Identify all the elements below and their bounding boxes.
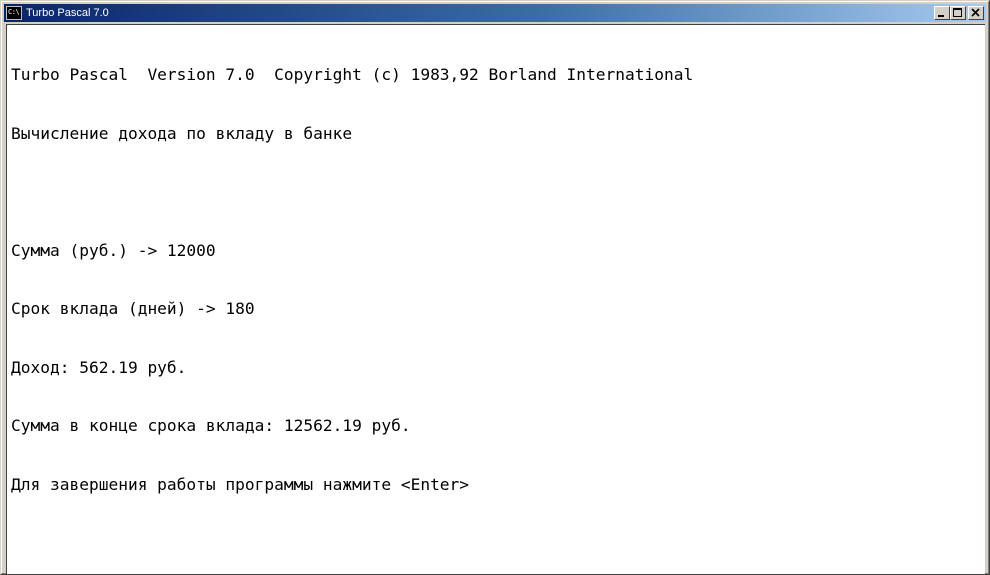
console-line-income: Доход: 562.19 руб. xyxy=(11,357,187,377)
console-text: Turbo Pascal Version 7.0 Copyright (c) 1… xyxy=(11,26,693,533)
close-icon xyxy=(971,8,980,17)
console-line-blank xyxy=(11,182,693,202)
console-line-total: Сумма в конце срока вклада: 12562.19 руб… xyxy=(11,416,411,435)
title-bar[interactable]: C:\ Turbo Pascal 7.0 xyxy=(4,4,986,22)
console-line-amount: Сумма (руб.) -> 12000 xyxy=(11,240,216,260)
console-app-icon[interactable]: C:\ xyxy=(6,6,22,20)
minimize-icon xyxy=(938,15,944,17)
maximize-button[interactable] xyxy=(950,6,966,20)
close-button[interactable] xyxy=(968,6,984,20)
window-title: Turbo Pascal 7.0 xyxy=(26,7,109,19)
maximize-icon xyxy=(953,8,962,17)
console-line-exit-prompt: Для завершения работы программы нажмите … xyxy=(11,474,470,494)
window-controls xyxy=(934,6,984,20)
console-line-header: Turbo Pascal Version 7.0 Copyright (c) 1… xyxy=(11,65,694,84)
minimize-button[interactable] xyxy=(934,6,950,20)
console-window: C:\ Turbo Pascal 7.0 Turbo Pascal Versio… xyxy=(0,0,990,575)
console-line-term: Срок вклада (дней) -> 180 xyxy=(11,299,255,318)
console-output-area[interactable]: Turbo Pascal Version 7.0 Copyright (c) 1… xyxy=(6,24,985,574)
console-line-program-title: Вычисление дохода по вкладу в банке xyxy=(11,123,353,143)
